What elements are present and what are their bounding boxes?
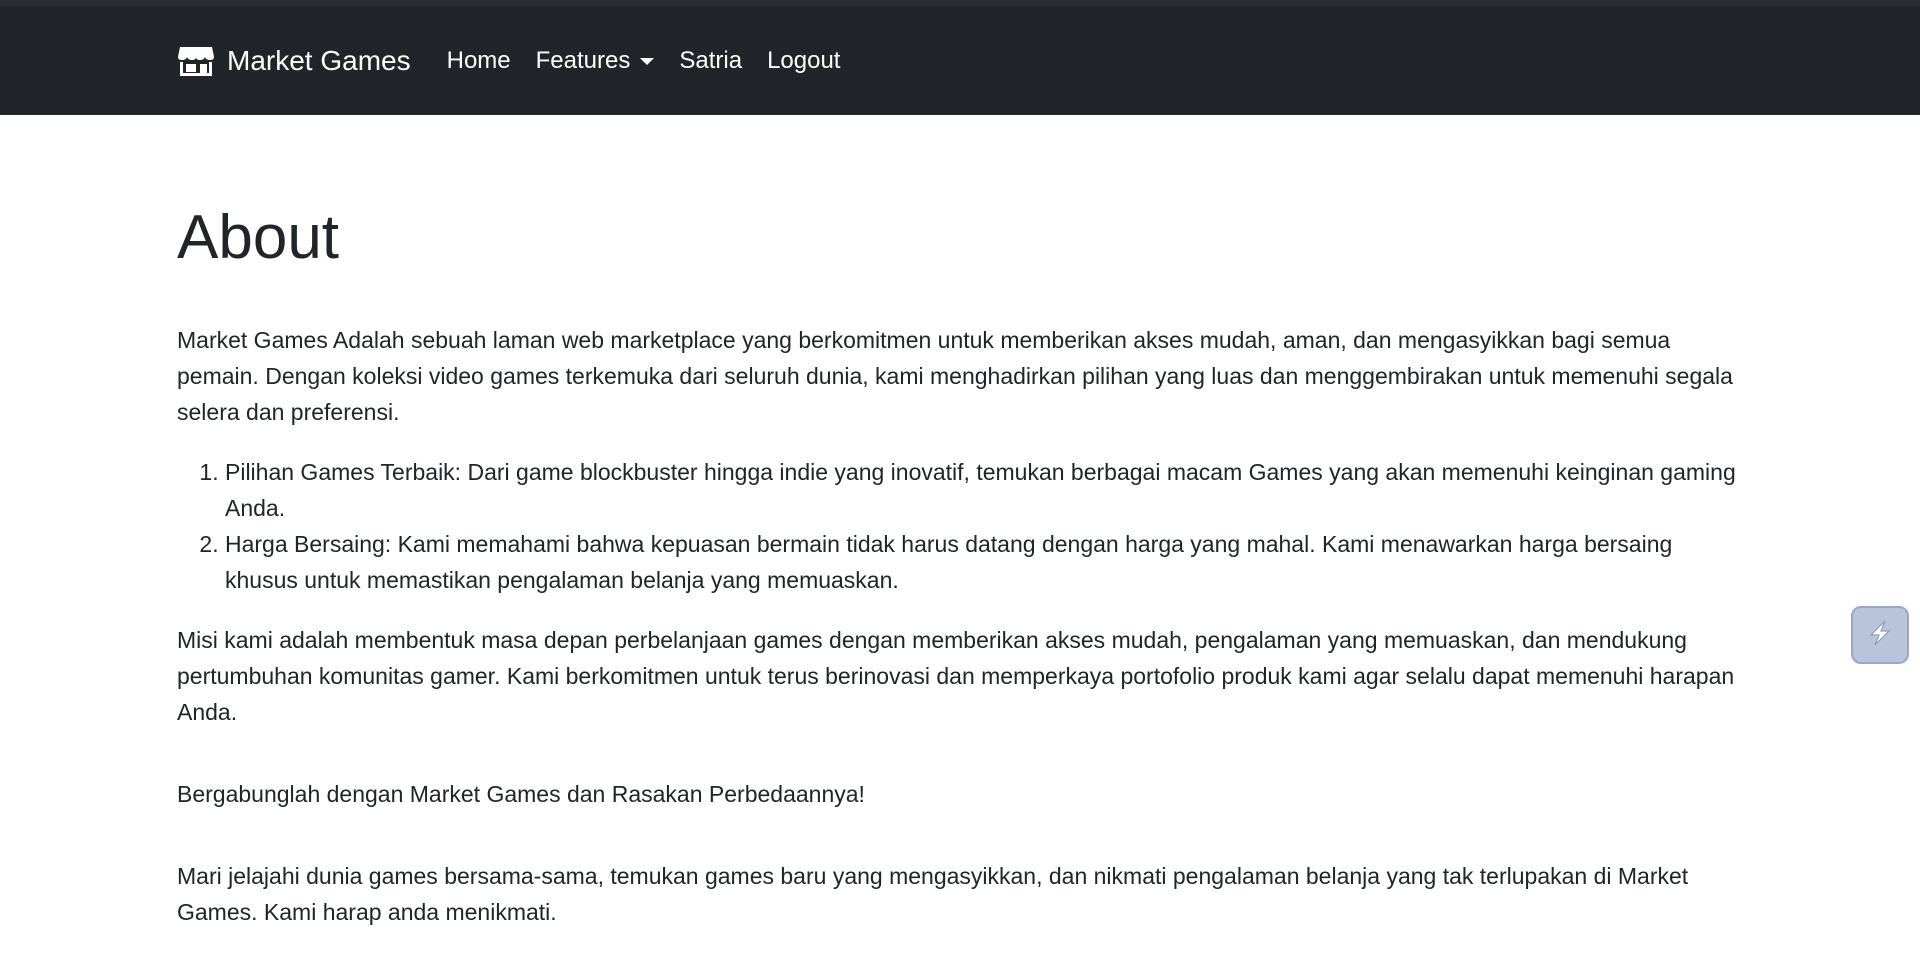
feature-list: Pilihan Games Terbaik: Dari game blockbu… [177,454,1747,598]
nav-logout-link[interactable]: Logout [767,47,840,75]
list-item: Harga Bersaing: Kami memahami bahwa kepu… [225,526,1747,598]
nav-links: Home Features Satria Logout [447,47,866,75]
navbar: Market Games Home Features Satria Logout [0,6,1920,115]
page-title: About [177,203,340,272]
cta-paragraph: Bergabunglah dengan Market Games dan Ras… [177,781,865,807]
nav-features-dropdown[interactable]: Features [536,47,655,75]
intro-paragraph: Market Games Adalah sebuah laman web mar… [177,327,1733,425]
nav-user-link[interactable]: Satria [679,47,742,75]
caret-down-icon [640,58,655,65]
floating-extension-button[interactable] [1851,606,1909,664]
closing-paragraph: Mari jelajahi dunia games bersama-sama, … [177,863,1689,925]
lightning-icon [1865,618,1895,653]
shop-icon [177,45,215,77]
nav-features-label: Features [535,46,631,74]
list-item: Pilihan Games Terbaik: Dari game blockbu… [225,454,1747,526]
nav-home-link[interactable]: Home [447,47,511,75]
mission-paragraph: Misi kami adalah membentuk masa depan pe… [177,627,1735,725]
about-content: About Market Games Adalah sebuah laman w… [177,190,1747,954]
brand-name: Market Games [227,44,411,76]
brand-link[interactable]: Market Games [177,45,411,77]
